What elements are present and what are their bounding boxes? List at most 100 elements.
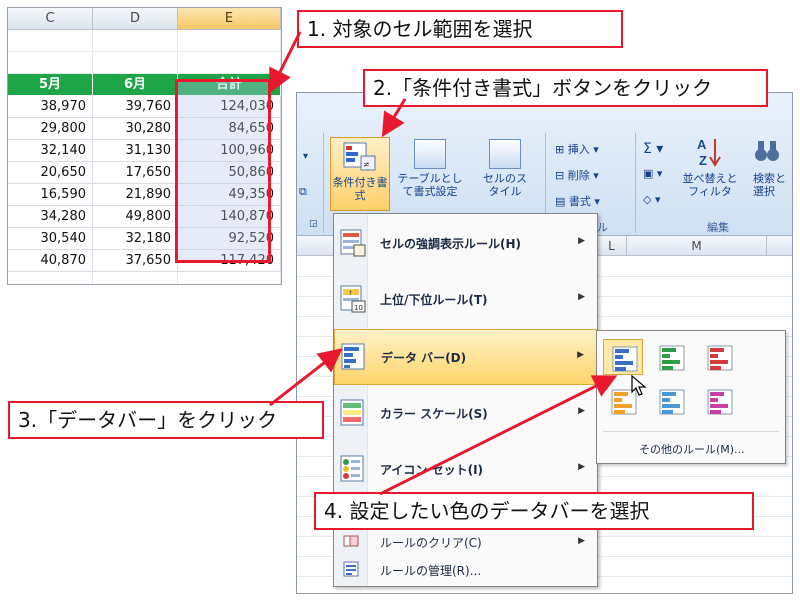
menu-item-color-scales[interactable]: カラー スケール(S) ▶: [334, 386, 597, 442]
eraser-icon: [343, 535, 359, 547]
icon-sets-icon: [340, 455, 364, 482]
format-as-table-button[interactable]: テーブルとして書式設定: [395, 139, 465, 198]
menu-item-label: セルの強調表示ルール(H): [380, 237, 522, 251]
insert-label: 挿入: [567, 143, 590, 156]
column-headers: C D E: [8, 8, 281, 30]
menu-item-data-bars[interactable]: データ バー(D) ▶: [334, 329, 597, 385]
data-bar-color-option[interactable]: [699, 339, 739, 375]
ribbon-dropdown-icon[interactable]: ▾: [303, 151, 308, 162]
cell[interactable]: [93, 52, 178, 74]
data-bar-swatch-icon: [707, 345, 733, 371]
table-cell[interactable]: 20,650: [8, 162, 93, 184]
table-cell[interactable]: 124,030: [178, 96, 281, 118]
edit-group-label: 編集: [707, 221, 729, 234]
table-cell[interactable]: 30,540: [8, 228, 93, 250]
table-cell[interactable]: 21,890: [93, 184, 178, 206]
find-select-button[interactable]: 検索と選択: [753, 135, 792, 198]
table-cell[interactable]: 39,760: [93, 96, 178, 118]
paste-format-icon[interactable]: ⧉: [299, 185, 307, 199]
column-header-d[interactable]: D: [93, 8, 178, 30]
table-cell[interactable]: 50,860: [178, 162, 281, 184]
grid-column-header-m[interactable]: M: [627, 236, 767, 256]
fill-icon[interactable]: ▣ ▾: [643, 167, 662, 180]
cells-group-label: ル: [597, 221, 608, 234]
data-bar-color-option[interactable]: [651, 339, 691, 375]
clear-icon[interactable]: ◇ ▾: [643, 193, 660, 206]
data-bar-swatch-icon: [659, 345, 685, 371]
callout-step-4: 4. 設定したい色のデータバーを選択: [314, 492, 754, 530]
table-cell[interactable]: 84,650: [178, 118, 281, 140]
table-cell[interactable]: 100,960: [178, 140, 281, 162]
empty-row: [8, 272, 281, 284]
find-select-label: 検索と選択: [753, 172, 786, 198]
menu-item-clear-rules[interactable]: ルールのクリア(C) ▶: [334, 528, 597, 554]
header-cell-total[interactable]: 合計: [178, 74, 281, 96]
submenu-arrow-icon: ▶: [578, 536, 585, 546]
menu-item-manage-rules[interactable]: ルールの管理(R)...: [334, 556, 597, 582]
menu-item-top-bottom-rules[interactable]: ↑ 10 上位/下位ルール(T) ▶: [334, 272, 597, 328]
table-cell[interactable]: 49,350: [178, 184, 281, 206]
cell-styles-icon: [489, 139, 521, 169]
table-grid-icon: [414, 139, 446, 169]
table-cell[interactable]: 49,800: [93, 206, 178, 228]
svg-text:A: A: [697, 137, 707, 152]
menu-item-highlight-cells-rules[interactable]: セルの強調表示ルール(H) ▶: [334, 216, 597, 272]
dialog-launcher-icon[interactable]: ◲: [309, 219, 318, 229]
data-bars-icon: [341, 343, 365, 370]
data-bar-color-option[interactable]: [603, 339, 643, 375]
menu-item-label: データ バー(D): [381, 351, 467, 365]
cell[interactable]: [178, 52, 281, 74]
svg-text:≠: ≠: [363, 160, 370, 169]
table-cell[interactable]: 34,280: [8, 206, 93, 228]
cell[interactable]: [178, 30, 281, 52]
table-cell[interactable]: 92,520: [178, 228, 281, 250]
table-cell[interactable]: 117,420: [178, 250, 281, 272]
cell[interactable]: [8, 272, 93, 284]
conditional-formatting-menu: セルの強調表示ルール(H) ▶ ↑ 10 上位/下位ルール(T) ▶ データ バ…: [333, 213, 598, 587]
conditional-formatting-button[interactable]: ≠ 条件付き書式: [330, 137, 390, 211]
table-cell[interactable]: 30,280: [93, 118, 178, 140]
format-as-table-label: テーブルとして書式設定: [397, 172, 463, 198]
table-cell[interactable]: 17,650: [93, 162, 178, 184]
grid-column-header-l[interactable]: L: [597, 236, 627, 256]
table-row: 40,870 37,650 117,420: [8, 250, 281, 272]
cell[interactable]: [93, 272, 178, 284]
data-bar-swatch-icon: [707, 389, 733, 415]
table-row: 29,800 30,280 84,650: [8, 118, 281, 140]
column-header-e[interactable]: E: [178, 8, 281, 30]
cell[interactable]: [93, 30, 178, 52]
sum-icon[interactable]: Σ ▾: [643, 141, 663, 157]
empty-row: [8, 30, 281, 52]
table-cell[interactable]: 140,870: [178, 206, 281, 228]
submenu-arrow-icon: ▶: [578, 406, 585, 416]
insert-button[interactable]: ⊞ 挿入 ▾: [555, 141, 599, 157]
table-cell[interactable]: 37,650: [93, 250, 178, 272]
table-cell[interactable]: 32,180: [93, 228, 178, 250]
data-bar-color-option[interactable]: [651, 383, 691, 419]
submenu-separator: [603, 431, 779, 432]
ribbon-separator: [635, 133, 636, 233]
format-button[interactable]: ▤ 書式 ▾: [555, 193, 600, 209]
column-header-c[interactable]: C: [8, 8, 93, 30]
table-cell[interactable]: 40,870: [8, 250, 93, 272]
delete-button[interactable]: ⊟ 削除 ▾: [555, 167, 599, 183]
table-cell[interactable]: 31,130: [93, 140, 178, 162]
table-cell[interactable]: 29,800: [8, 118, 93, 140]
sort-filter-button[interactable]: A Z 並べ替えとフィルタ: [681, 135, 739, 198]
cell[interactable]: [8, 52, 93, 74]
header-cell-june[interactable]: 6月: [93, 74, 178, 96]
menu-item-label: カラー スケール(S): [380, 407, 488, 421]
cell[interactable]: [8, 30, 93, 52]
table-cell[interactable]: 32,140: [8, 140, 93, 162]
cell[interactable]: [178, 272, 281, 284]
cell-styles-button[interactable]: セルのスタイル: [480, 139, 530, 198]
submenu-arrow-icon: ▶: [578, 292, 585, 302]
data-bar-color-option[interactable]: [699, 383, 739, 419]
table-cell[interactable]: 38,970: [8, 96, 93, 118]
header-cell-may[interactable]: 5月: [8, 74, 93, 96]
table-header-row: 5月 6月 合計: [8, 74, 281, 96]
svg-text:10: 10: [354, 304, 363, 312]
more-rules-link[interactable]: その他のルール(M)...: [639, 441, 745, 457]
table-cell[interactable]: 16,590: [8, 184, 93, 206]
menu-item-icon-sets[interactable]: アイコン セット(I) ▶: [334, 442, 597, 498]
